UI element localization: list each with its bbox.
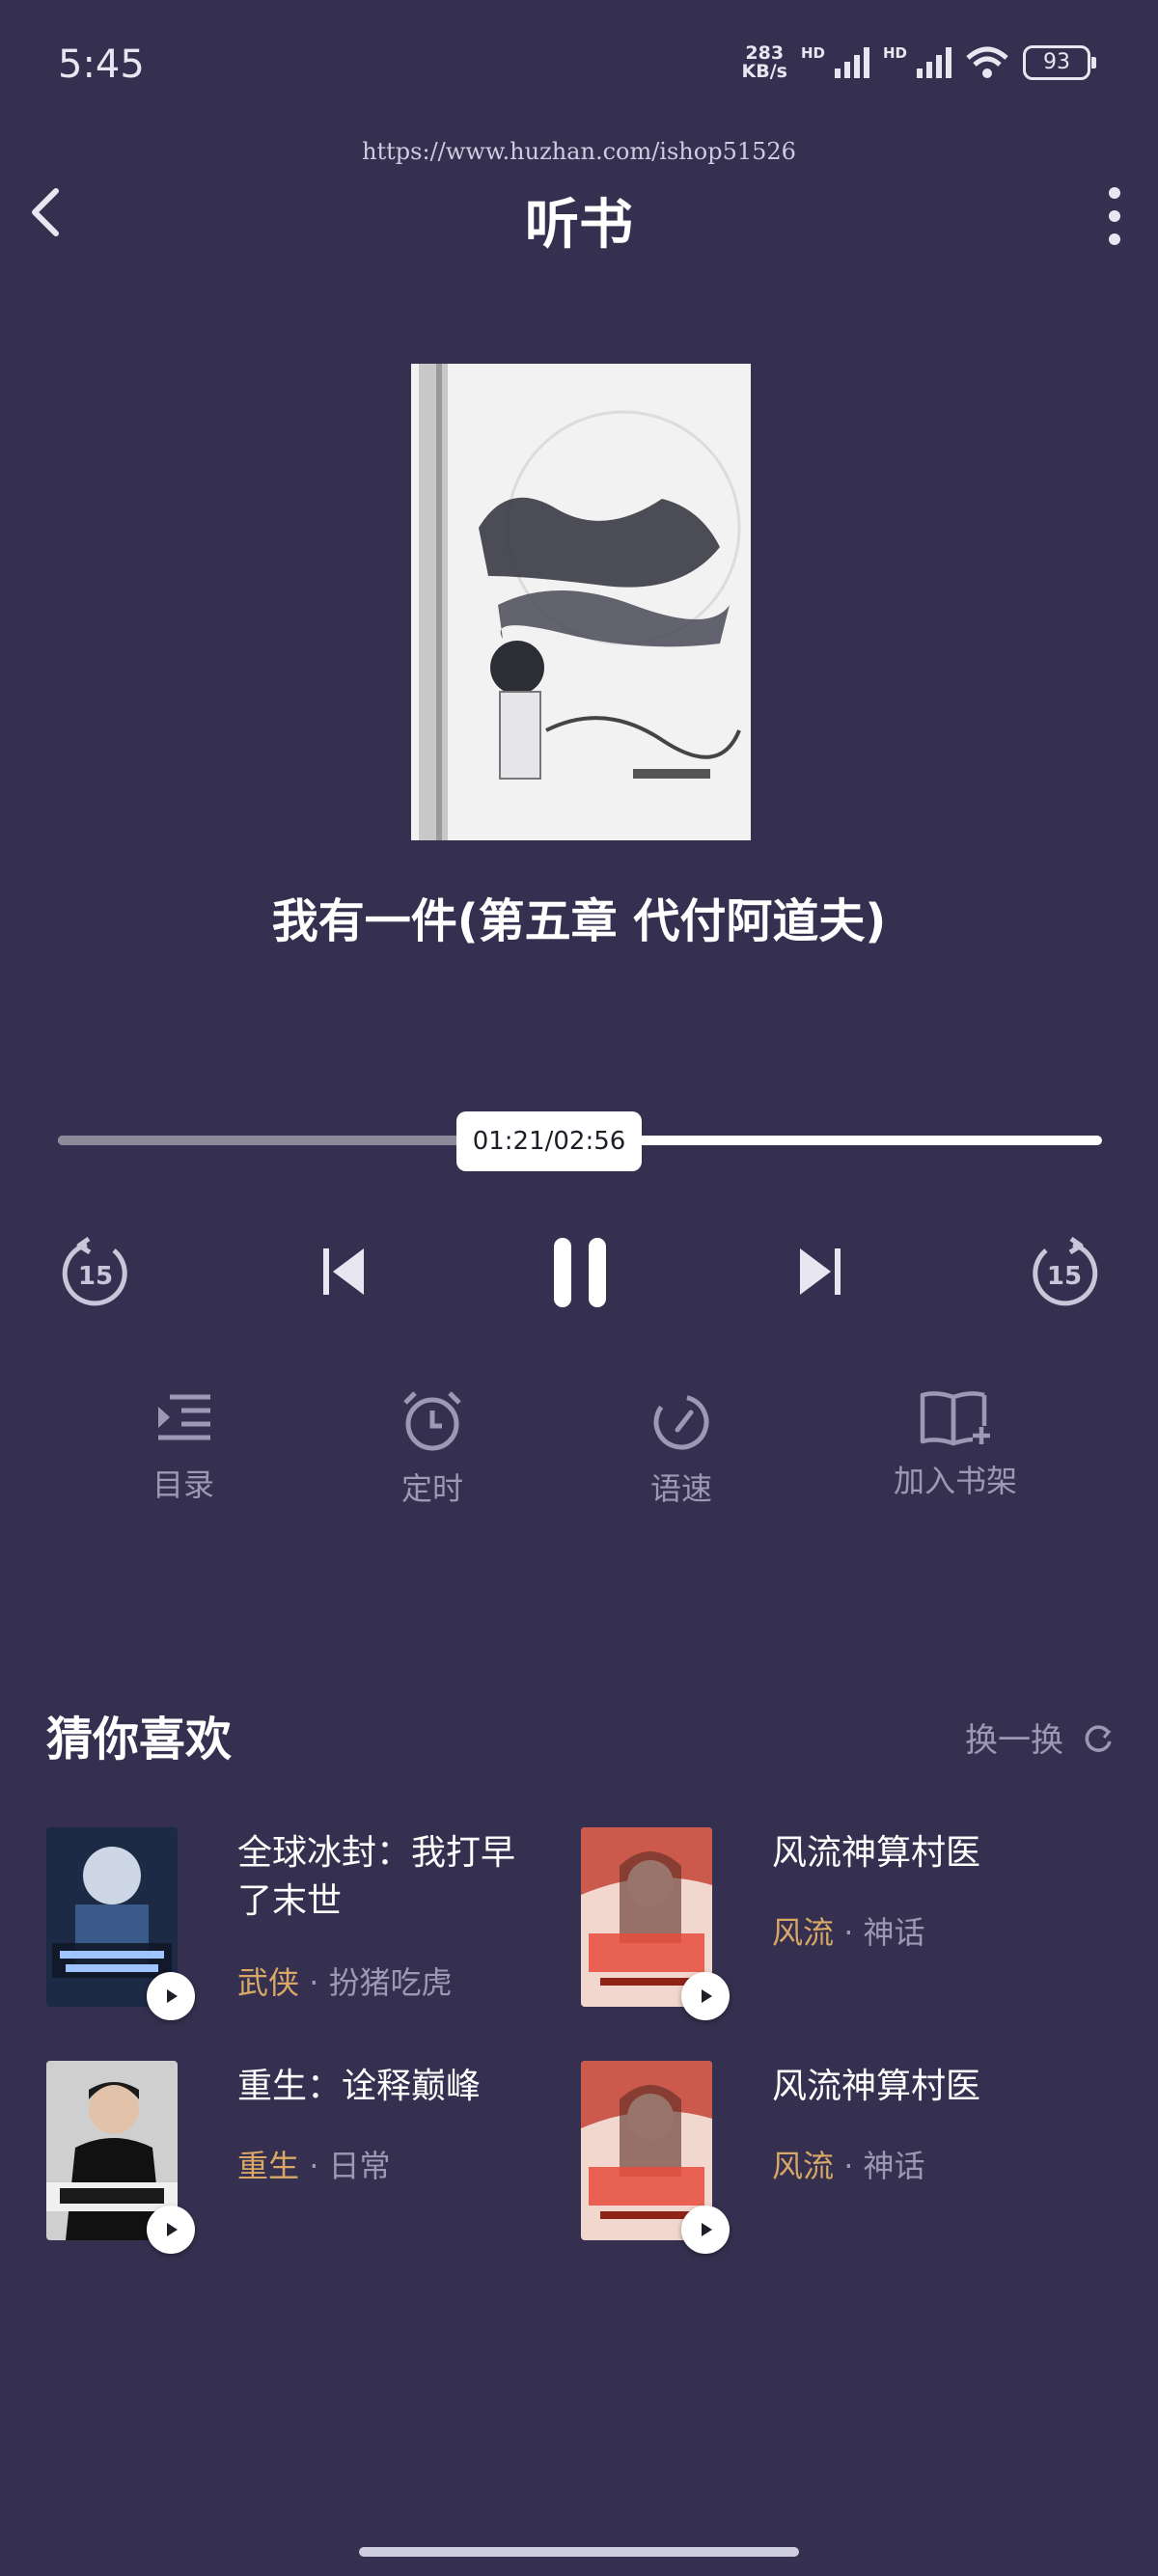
signal-icon-2 bbox=[917, 47, 951, 78]
book-cover-art bbox=[411, 364, 751, 840]
more-vertical-icon bbox=[1109, 187, 1120, 245]
hd-label-2: HD bbox=[882, 44, 907, 62]
skip-next-icon bbox=[800, 1248, 841, 1295]
alarm-clock-icon bbox=[403, 1391, 461, 1451]
home-indicator[interactable] bbox=[359, 2547, 799, 2557]
chapter-title: 我有一件(第五章 代付阿道夫) bbox=[271, 894, 887, 948]
book-card[interactable] bbox=[581, 2061, 730, 2254]
play-badge[interactable] bbox=[147, 2206, 195, 2254]
speed-button[interactable]: 语速 bbox=[594, 1389, 768, 1509]
recommend-title: 猜你喜欢 bbox=[46, 1713, 233, 1767]
svg-text:15: 15 bbox=[78, 1262, 113, 1291]
add-to-shelf-label: 加入书架 bbox=[893, 1463, 1017, 1499]
book-subtag: 日常 bbox=[328, 2148, 391, 2184]
book-tag: 风流 bbox=[772, 2148, 835, 2184]
svg-text:15: 15 bbox=[1047, 1262, 1082, 1291]
book-tags: 风流 · 神话 bbox=[772, 1914, 925, 1951]
skip-previous-icon bbox=[323, 1248, 364, 1295]
refresh-icon bbox=[1085, 1724, 1112, 1752]
play-badge[interactable] bbox=[681, 1972, 730, 2020]
network-speed: 283 KB/s bbox=[742, 44, 787, 81]
progress-thumb-time[interactable]: 01:21/02:56 bbox=[456, 1111, 642, 1171]
wifi-icon bbox=[966, 46, 1008, 78]
network-speed-unit: KB/s bbox=[741, 61, 787, 82]
play-icon bbox=[702, 2223, 712, 2236]
pause-button[interactable] bbox=[540, 1231, 620, 1314]
status-time: 5:45 bbox=[58, 42, 145, 87]
refresh-label: 换一换 bbox=[965, 1721, 1063, 1760]
book-cover bbox=[411, 364, 751, 840]
forward-15-icon: 15 bbox=[1033, 1237, 1098, 1306]
list-icon bbox=[158, 1394, 210, 1440]
book-tag: 重生 bbox=[237, 2148, 300, 2184]
rewind-15-icon: 15 bbox=[62, 1237, 127, 1306]
timer-button[interactable]: 定时 bbox=[345, 1389, 519, 1509]
book-tag: 武侠 bbox=[237, 1964, 300, 2001]
pause-icon bbox=[554, 1238, 606, 1307]
more-options-button[interactable] bbox=[1090, 183, 1139, 251]
book-subtag: 扮猪吃虎 bbox=[328, 1964, 453, 2001]
book-tags: 风流 · 神话 bbox=[772, 2148, 925, 2184]
status-icons: 283 KB/s HD HD 93 bbox=[742, 44, 1096, 81]
book-add-icon bbox=[920, 1391, 990, 1446]
book-tags: 重生 · 日常 bbox=[237, 2148, 391, 2184]
catalog-label: 目录 bbox=[152, 1466, 214, 1503]
book-card[interactable] bbox=[46, 1827, 195, 2020]
book-tags: 武侠 · 扮猪吃虎 bbox=[237, 1964, 453, 2001]
battery-indicator: 93 bbox=[1023, 45, 1096, 80]
add-to-shelf-button[interactable]: 加入书架 bbox=[868, 1389, 1042, 1501]
play-icon bbox=[702, 1989, 712, 2003]
previous-track-button[interactable] bbox=[315, 1243, 372, 1301]
timer-label: 定时 bbox=[400, 1470, 463, 1507]
forward-15-button[interactable]: 15 bbox=[1027, 1237, 1102, 1312]
watermark-url: https://www.huzhan.com/ishop51526 bbox=[362, 138, 796, 165]
signal-icon bbox=[834, 47, 869, 78]
book-subtag: 神话 bbox=[863, 1914, 925, 1951]
speed-label: 语速 bbox=[649, 1470, 712, 1507]
play-icon bbox=[167, 1989, 178, 2003]
book-name[interactable]: 风流神算村医 bbox=[772, 1829, 1062, 1877]
play-badge[interactable] bbox=[147, 1972, 195, 2020]
play-badge[interactable] bbox=[681, 2206, 730, 2254]
book-subtag: 神话 bbox=[863, 2148, 925, 2184]
book-name[interactable]: 全球冰封：我打早了末世 bbox=[237, 1829, 527, 1926]
hd-label: HD bbox=[800, 44, 825, 62]
rewind-15-button[interactable]: 15 bbox=[58, 1237, 133, 1312]
book-card[interactable] bbox=[581, 1827, 730, 2020]
refresh-button[interactable]: 换一换 bbox=[965, 1713, 1114, 1761]
speedometer-icon bbox=[653, 1394, 709, 1450]
play-icon bbox=[167, 2223, 178, 2236]
next-track-button[interactable] bbox=[791, 1243, 849, 1301]
page-title: 听书 bbox=[525, 194, 633, 257]
book-card[interactable] bbox=[46, 2061, 195, 2254]
catalog-button[interactable]: 目录 bbox=[96, 1389, 270, 1505]
book-tag: 风流 bbox=[772, 1914, 835, 1951]
book-name[interactable]: 风流神算村医 bbox=[772, 2063, 1062, 2111]
book-name[interactable]: 重生：诠释巅峰 bbox=[237, 2063, 527, 2111]
